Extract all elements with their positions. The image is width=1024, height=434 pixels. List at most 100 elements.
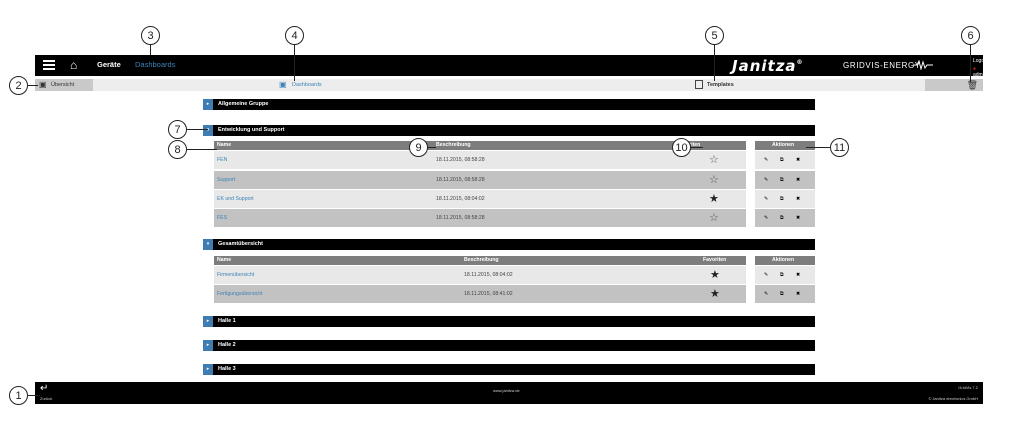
hamburger-menu-icon[interactable] xyxy=(43,60,55,70)
logout-link[interactable]: Logout xyxy=(973,58,988,64)
delete-icon[interactable]: ✖ xyxy=(796,266,800,284)
dashboard-link[interactable]: FES xyxy=(217,209,227,227)
star-empty-icon[interactable]: ☆ xyxy=(709,151,719,169)
star-filled-icon[interactable]: ★ xyxy=(710,285,720,303)
dashboard-link[interactable]: EK und Support xyxy=(217,190,254,208)
delete-icon[interactable]: ✖ xyxy=(796,285,800,303)
group-title: Entwicklung und Support xyxy=(218,127,285,133)
column-header-name: Name xyxy=(217,257,232,263)
trash-icon: 🗑 xyxy=(966,80,978,90)
callout-leader xyxy=(294,44,295,81)
callout-1: 1 xyxy=(9,386,28,405)
dashboard-link[interactable]: Fertigungsübersicht xyxy=(217,285,263,303)
callout-9: 9 xyxy=(409,138,428,157)
callout-3: 3 xyxy=(141,26,160,45)
group-title: Halle 3 xyxy=(218,366,236,372)
table-row[interactable]: EK und Support 18.11.2015, 08:04:02 ★ xyxy=(214,190,746,208)
delete-icon[interactable]: ✖ xyxy=(796,151,800,169)
top-navigation-bar: ⌂ Geräte Dashboards Janitza® GRIDVIS-ENE… xyxy=(35,55,988,78)
dashboard-date: 18.11.2015, 08:58:28 xyxy=(436,157,485,163)
callout-5: 5 xyxy=(705,26,724,45)
actions-header: Aktionen xyxy=(755,256,815,265)
callout-leader xyxy=(970,44,971,82)
copy-icon[interactable]: ⧉ xyxy=(780,171,784,189)
copy-icon[interactable]: ⧉ xyxy=(780,266,784,284)
nav-devices[interactable]: Geräte xyxy=(97,60,121,69)
callout-leader xyxy=(428,147,436,148)
copy-icon[interactable]: ⧉ xyxy=(780,190,784,208)
tab-dashboards[interactable]: ▣ Dashboards xyxy=(279,79,322,91)
table-row[interactable]: FES 18.11.2015, 08:58:28 ☆ xyxy=(214,209,746,227)
delete-icon[interactable]: ✖ xyxy=(796,171,800,189)
star-filled-icon[interactable]: ★ xyxy=(709,190,719,208)
group-entwicklung-und-support[interactable]: ▾ Entwicklung und Support xyxy=(203,125,815,136)
version-label: GridVis 7.2 xyxy=(958,385,978,390)
column-header-name: Name xyxy=(217,142,232,148)
dashboard-date: 18.11.2015, 08:04:02 xyxy=(464,272,513,278)
group-allgemeine-gruppe[interactable]: ▸ Allgemeine Gruppe xyxy=(203,99,815,110)
star-filled-icon[interactable]: ★ xyxy=(710,266,720,284)
home-icon[interactable]: ⌂ xyxy=(70,58,77,72)
callout-6: 6 xyxy=(961,26,980,45)
edit-icon[interactable]: ✎ xyxy=(764,190,768,208)
edit-icon[interactable]: ✎ xyxy=(764,209,768,227)
callout-leader xyxy=(187,129,208,130)
collapse-toggle-icon[interactable]: ▾ xyxy=(203,125,213,136)
star-empty-icon[interactable]: ☆ xyxy=(709,209,719,227)
dashboard-date: 18.11.2015, 08:58:28 xyxy=(436,215,485,221)
dashboard-date: 18.11.2015, 08:04:02 xyxy=(436,196,485,202)
group-title: Halle 1 xyxy=(218,318,236,324)
footer-bar: ↵ Zurück www.janitza.de GridVis 7.2 © Ja… xyxy=(35,382,983,404)
website-link[interactable]: www.janitza.de xyxy=(493,388,520,393)
copy-icon[interactable]: ⧉ xyxy=(780,151,784,169)
dashboard-icon: ▣ xyxy=(279,80,287,89)
callout-leader xyxy=(714,44,715,81)
callout-2: 2 xyxy=(9,76,28,95)
group-halle-2[interactable]: ▸ Halle 2 xyxy=(203,340,815,351)
callout-leader xyxy=(28,85,38,86)
delete-icon[interactable]: ✖ xyxy=(796,190,800,208)
product-name: GRIDVIS-ENERGY xyxy=(843,61,921,70)
callout-11: 11 xyxy=(830,138,849,157)
nav-dashboards[interactable]: Dashboards xyxy=(135,60,175,69)
callout-8: 8 xyxy=(168,140,187,159)
edit-icon[interactable]: ✎ xyxy=(764,285,768,303)
group-halle-3[interactable]: ▸ Halle 3 xyxy=(203,364,815,375)
group-title: Gesamtübersicht xyxy=(218,241,263,247)
expand-toggle-icon[interactable]: ▸ xyxy=(203,364,213,375)
callout-leader xyxy=(691,147,703,148)
column-header-actions: Aktionen xyxy=(772,257,795,263)
documentation-screenshot: ⌂ Geräte Dashboards Janitza® GRIDVIS-ENE… xyxy=(0,0,1024,434)
back-arrow-icon[interactable]: ↵ xyxy=(40,384,48,394)
table-row[interactable]: Firmenübersicht 18.11.2015, 08:04:02 ★ xyxy=(214,266,746,284)
edit-icon[interactable]: ✎ xyxy=(764,151,768,169)
expand-toggle-icon[interactable]: ▸ xyxy=(203,99,213,110)
back-label[interactable]: Zurück xyxy=(40,396,52,401)
callout-4: 4 xyxy=(285,26,304,45)
edit-icon[interactable]: ✎ xyxy=(764,171,768,189)
janitza-logo: Janitza® xyxy=(732,57,804,75)
expand-toggle-icon[interactable]: ▸ xyxy=(203,316,213,327)
collapse-toggle-icon[interactable]: ▾ xyxy=(203,239,213,250)
copy-icon[interactable]: ⧉ xyxy=(780,209,784,227)
tab-overview[interactable]: ▣ Übersicht xyxy=(35,79,93,91)
dashboard-date: 18.11.2015, 08:41:02 xyxy=(464,291,513,297)
actions-cell: ✎ ⧉ ✖ xyxy=(755,151,815,169)
table-row[interactable]: FEN 18.11.2015, 08:58:28 ☆ xyxy=(214,151,746,169)
callout-leader xyxy=(806,147,830,148)
copyright-label: © Janitza electronics GmbH xyxy=(928,396,978,401)
edit-icon[interactable]: ✎ xyxy=(764,266,768,284)
group-gesamtuebersicht[interactable]: ▾ Gesamtübersicht xyxy=(203,239,815,250)
tab-trash[interactable]: 🗑 xyxy=(925,79,983,91)
actions-cell: ✎ ⧉ ✖ xyxy=(755,209,815,227)
group-halle-1[interactable]: ▸ Halle 1 xyxy=(203,316,815,327)
dashboard-link[interactable]: FEN xyxy=(217,151,227,169)
table-row[interactable]: Support 18.11.2015, 08:58:28 ☆ xyxy=(214,171,746,189)
star-empty-icon[interactable]: ☆ xyxy=(709,171,719,189)
delete-icon[interactable]: ✖ xyxy=(796,209,800,227)
dashboard-link[interactable]: Support xyxy=(217,171,235,189)
dashboard-link[interactable]: Firmenübersicht xyxy=(217,266,254,284)
expand-toggle-icon[interactable]: ▸ xyxy=(203,340,213,351)
table-row[interactable]: Fertigungsübersicht 18.11.2015, 08:41:02… xyxy=(214,285,746,303)
copy-icon[interactable]: ⧉ xyxy=(780,285,784,303)
